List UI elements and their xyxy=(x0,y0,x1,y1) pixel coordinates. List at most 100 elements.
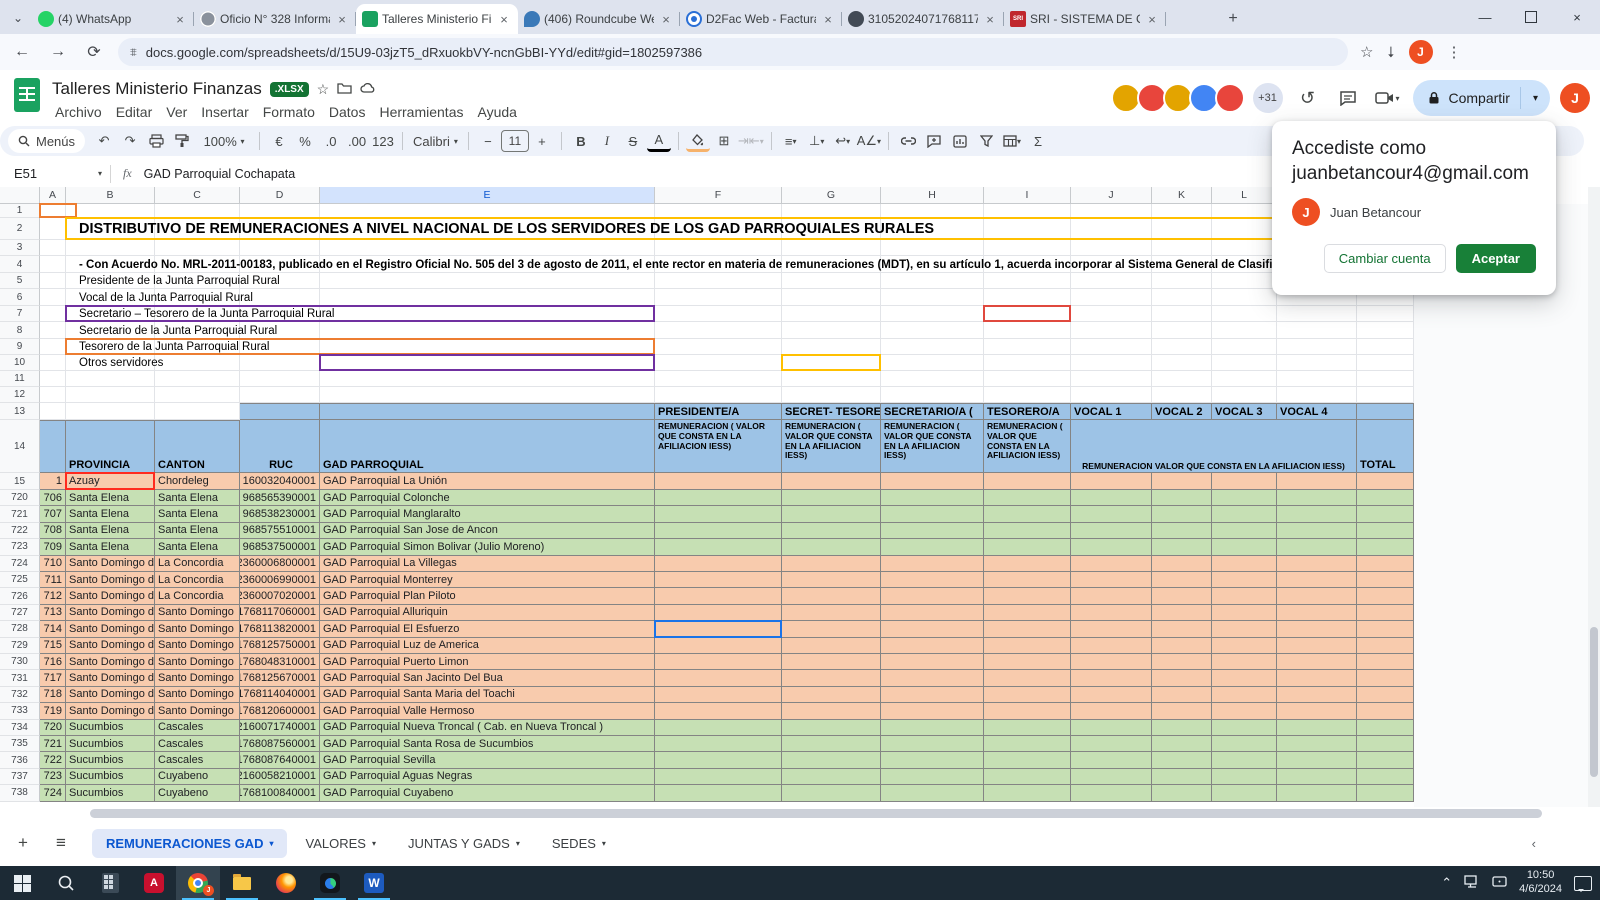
cell-B735[interactable]: Sucumbios xyxy=(66,736,155,752)
cell-J2[interactable] xyxy=(1071,218,1152,240)
cell-G8[interactable] xyxy=(782,322,881,339)
cell-I12[interactable] xyxy=(984,387,1071,403)
notification-center-icon[interactable] xyxy=(1574,876,1592,891)
meet-camera-icon[interactable]: ▾ xyxy=(1373,83,1403,113)
cell-F737[interactable] xyxy=(655,769,782,785)
cell-E5[interactable] xyxy=(320,273,655,289)
cell-J732[interactable] xyxy=(1071,687,1152,703)
cell-M721[interactable] xyxy=(1277,506,1357,522)
cell-A728[interactable]: 714 xyxy=(40,621,66,637)
cell-M737[interactable] xyxy=(1277,769,1357,785)
cell-H734[interactable] xyxy=(881,720,984,736)
comments-icon[interactable] xyxy=(1333,83,1363,113)
cell-H728[interactable] xyxy=(881,621,984,637)
cell-L732[interactable] xyxy=(1212,687,1277,703)
cell-E729[interactable]: GAD Parroquial Luz de America xyxy=(320,638,655,654)
table-views-icon[interactable]: ▾ xyxy=(1000,129,1024,153)
sheet-tab[interactable]: SEDES▾ xyxy=(538,829,620,858)
cell-L728[interactable] xyxy=(1212,621,1277,637)
cell-H733[interactable] xyxy=(881,703,984,719)
cell-A720[interactable]: 706 xyxy=(40,490,66,506)
cell-M8[interactable] xyxy=(1277,322,1357,339)
cell-I8[interactable] xyxy=(984,322,1071,339)
cell-N11[interactable] xyxy=(1357,371,1414,387)
cell-C736[interactable]: Cascales xyxy=(155,752,240,768)
accept-button[interactable]: Aceptar xyxy=(1456,244,1536,273)
cell-F732[interactable] xyxy=(655,687,782,703)
cell-B721[interactable]: Santa Elena xyxy=(66,506,155,522)
menu-ver[interactable]: Ver xyxy=(159,102,194,122)
cell-K3[interactable] xyxy=(1152,240,1212,256)
borders-icon[interactable]: ⊞ xyxy=(712,129,736,153)
file-explorer-icon[interactable] xyxy=(220,866,264,900)
cell-K2[interactable] xyxy=(1152,218,1212,240)
insert-comment-icon[interactable] xyxy=(922,129,946,153)
insert-link-icon[interactable] xyxy=(896,129,920,153)
cell-H738[interactable] xyxy=(881,785,984,801)
cell-M7[interactable] xyxy=(1277,306,1357,322)
cell-D726[interactable]: 2360007020001 xyxy=(240,588,320,604)
cell-J729[interactable] xyxy=(1071,638,1152,654)
cell-N737[interactable] xyxy=(1357,769,1414,785)
cell-A3[interactable] xyxy=(40,240,66,256)
cell-C11[interactable] xyxy=(155,371,240,387)
cell-N720[interactable] xyxy=(1357,490,1414,506)
cell-F724[interactable] xyxy=(655,556,782,572)
cell-C733[interactable]: Santo Domingo xyxy=(155,703,240,719)
merge-cells-icon[interactable]: ⇥⇤ ▾ xyxy=(738,129,764,153)
cell-G5[interactable] xyxy=(782,273,881,289)
ime-icon[interactable] xyxy=(1492,875,1507,891)
cell-K737[interactable] xyxy=(1152,769,1212,785)
row-header[interactable]: 9 xyxy=(0,339,40,355)
cell-J5[interactable] xyxy=(1071,273,1152,289)
cell-C738[interactable]: Cuyabeno xyxy=(155,785,240,801)
cell-H13[interactable]: SECRETARIO/A ( xyxy=(881,403,984,420)
cell-N729[interactable] xyxy=(1357,638,1414,654)
cell-A730[interactable]: 716 xyxy=(40,654,66,670)
cell-E731[interactable]: GAD Parroquial San Jacinto Del Bua xyxy=(320,670,655,686)
cell-I735[interactable] xyxy=(984,736,1071,752)
cell-N736[interactable] xyxy=(1357,752,1414,768)
cell-D722[interactable]: 968575510001 xyxy=(240,523,320,539)
cell-A726[interactable]: 712 xyxy=(40,588,66,604)
cell-A4[interactable] xyxy=(40,256,66,273)
cell-J12[interactable] xyxy=(1071,387,1152,403)
vertical-align-icon[interactable]: ⊥▾ xyxy=(805,129,829,153)
cell-C727[interactable]: Santo Domingo xyxy=(155,605,240,621)
cell-M11[interactable] xyxy=(1277,371,1357,387)
cell-L6[interactable] xyxy=(1212,289,1277,306)
acrobat-icon[interactable]: A xyxy=(132,866,176,900)
close-button[interactable]: × xyxy=(1554,0,1600,34)
print-icon[interactable] xyxy=(144,129,168,153)
column-header-K[interactable]: K xyxy=(1152,187,1212,204)
cell-M15[interactable] xyxy=(1277,473,1357,490)
cell-F8[interactable] xyxy=(655,322,782,339)
browser-profile-avatar[interactable]: J xyxy=(1409,40,1433,64)
cell-L7[interactable] xyxy=(1212,306,1277,322)
cell-I734[interactable] xyxy=(984,720,1071,736)
row-header[interactable]: 5 xyxy=(0,273,40,289)
cell-A734[interactable]: 720 xyxy=(40,720,66,736)
cell-C724[interactable]: La Concordia xyxy=(155,556,240,572)
decrease-font-size-icon[interactable]: − xyxy=(476,129,500,153)
cell-N731[interactable] xyxy=(1357,670,1414,686)
cell-G14[interactable]: REMUNERACION ( VALOR QUE CONSTA EN LA AF… xyxy=(782,420,881,473)
cell-L5[interactable] xyxy=(1212,273,1277,289)
row-header[interactable]: 1 xyxy=(0,204,40,218)
chrome-icon[interactable]: J xyxy=(176,866,220,900)
cell-K15[interactable] xyxy=(1152,473,1212,490)
cell-J726[interactable] xyxy=(1071,588,1152,604)
cell-C731[interactable]: Santo Domingo xyxy=(155,670,240,686)
cell-M9[interactable] xyxy=(1277,339,1357,355)
word-icon[interactable]: W xyxy=(352,866,396,900)
cell-E7[interactable] xyxy=(320,306,655,322)
cell-F734[interactable] xyxy=(655,720,782,736)
font-size-input[interactable]: 11 xyxy=(501,130,529,152)
cell-J734[interactable] xyxy=(1071,720,1152,736)
cell-N726[interactable] xyxy=(1357,588,1414,604)
row-header[interactable]: 732 xyxy=(0,687,40,703)
cell-J6[interactable] xyxy=(1071,289,1152,306)
cell-B733[interactable]: Santo Domingo de los Tsachilas xyxy=(66,703,155,719)
cell-A737[interactable]: 723 xyxy=(40,769,66,785)
cell-B12[interactable] xyxy=(66,387,155,403)
